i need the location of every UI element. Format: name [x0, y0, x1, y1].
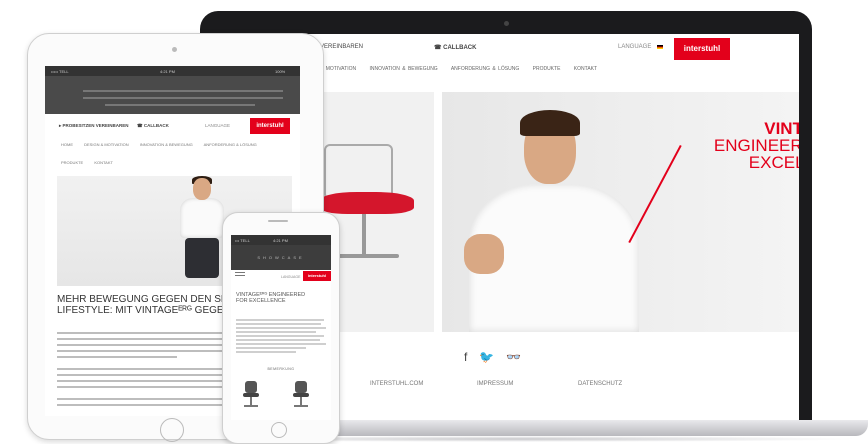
tablet-camera-icon — [172, 47, 177, 52]
phone-headline: VINTAGEᴱᴿᴳ ENGINEERED FOR EXCELLENCE — [236, 292, 306, 304]
tablet-nav-row-2: PRODUKTE KONTAKT — [61, 160, 123, 165]
nav-item-innovation[interactable]: INNOVATION & BEWEGUNG — [369, 66, 437, 72]
hero-line-1: VINTA — [764, 119, 799, 138]
chair-leg — [362, 214, 366, 256]
phone-nav-title: SHOWCASE — [231, 245, 331, 270]
nav-item-produkte[interactable]: PRODUKTE — [533, 66, 561, 72]
nav-item-kontakt[interactable]: KONTAKT — [574, 66, 597, 72]
nav-item-kontakt[interactable]: KONTAKT — [94, 160, 113, 165]
man-hand — [464, 234, 504, 274]
hero-line-3: EXCELL — [748, 153, 799, 172]
camera-icon — [504, 21, 509, 26]
nav-item-design[interactable]: DESIGN & MOTIVATION — [84, 142, 129, 147]
language-selector[interactable]: LANGUAGE — [205, 123, 230, 128]
callback-label: CALLBACK — [443, 45, 477, 51]
carrier-label: ••• TELL — [235, 238, 250, 243]
callback-link[interactable]: ☎ CALLBACK — [137, 123, 169, 129]
hero-line-2: ENGINEERE — [713, 136, 799, 155]
interstuhl-logo[interactable]: interstuhl — [674, 38, 730, 60]
interstuhl-logo[interactable]: interstuhl — [250, 118, 290, 134]
time-label: 4:21 PM — [273, 238, 288, 243]
appointment-label: PROBESITZEN VEREINBAREN — [62, 123, 129, 128]
man-trousers — [185, 238, 219, 278]
tripadvisor-icon[interactable]: 👓 — [506, 350, 533, 364]
footer-link-impressum[interactable]: IMPRESSUM — [477, 381, 513, 387]
laptop-main-nav: N & MOTIVATION INNOVATION & BEWEGUNG ANF… — [314, 66, 794, 72]
nav-item-produkte[interactable]: PRODUKTE — [61, 160, 83, 165]
nav-item-anforderung[interactable]: ANFORDERUNG & LÖSUNG — [451, 66, 519, 72]
tablet-home-button[interactable] — [160, 418, 184, 442]
german-flag-icon — [657, 45, 663, 49]
twitter-icon[interactable]: 🐦 — [479, 350, 506, 364]
social-links: f🐦👓 — [464, 350, 533, 364]
callback-label: CALLBACK — [143, 123, 169, 128]
red-chair-seat — [319, 192, 414, 214]
man-face — [193, 178, 211, 200]
tablet-status-bar: ••••• TELL 4:21 PM 100% — [45, 66, 300, 76]
callback-link[interactable]: ☎ CALLBACK — [434, 44, 476, 51]
chair-thumbnail-2[interactable] — [293, 381, 309, 407]
hero-headline: VINTA ENGINEERE EXCELL — [674, 120, 799, 171]
phone-screen: ••• TELL 4:21 PM SHOWCASE LANGUAGE inter… — [231, 235, 331, 420]
man-hair — [520, 110, 580, 136]
nav-item-innovation[interactable]: INNOVATION & BEWEGUNG — [140, 142, 193, 147]
hamburger-menu-icon[interactable] — [235, 272, 249, 278]
carrier-label: ••••• TELL — [51, 69, 69, 74]
phone-speaker — [268, 220, 288, 222]
phone-status-bar: ••• TELL 4:21 PM — [231, 235, 331, 245]
tablet-nav-row-1: HOME DESIGN & MOTIVATION INNOVATION & BE… — [61, 142, 267, 147]
footer-link-datenschutz[interactable]: DATENSCHUTZ — [578, 381, 622, 387]
nav-item-home[interactable]: HOME — [61, 142, 73, 147]
chair-thumbnail-1[interactable] — [243, 381, 259, 407]
facebook-icon[interactable]: f — [464, 350, 479, 364]
interstuhl-logo[interactable]: interstuhl — [303, 271, 331, 281]
phone-home-button[interactable] — [271, 422, 287, 438]
appointment-link[interactable]: ▸ PROBESITZEN VEREINBAREN — [59, 123, 129, 129]
language-selector[interactable]: LANGUAGE — [618, 44, 651, 50]
tablet-top-bar: ▸ PROBESITZEN VEREINBAREN ☎ CALLBACK LAN… — [45, 114, 300, 136]
tablet-cookie-banner — [45, 76, 300, 114]
phone-section-label: BEMERKUNG — [267, 367, 295, 371]
man-shirt — [180, 198, 224, 238]
nav-item-anforderung[interactable]: ANFORDERUNG & LÖSUNG — [204, 142, 257, 147]
battery-label: 100% — [275, 69, 286, 74]
time-label: 4:21 PM — [160, 69, 175, 74]
footer-link-interstuhl[interactable]: INTERSTUHL.COM — [370, 381, 423, 387]
language-selector[interactable]: LANGUAGE — [281, 275, 300, 279]
